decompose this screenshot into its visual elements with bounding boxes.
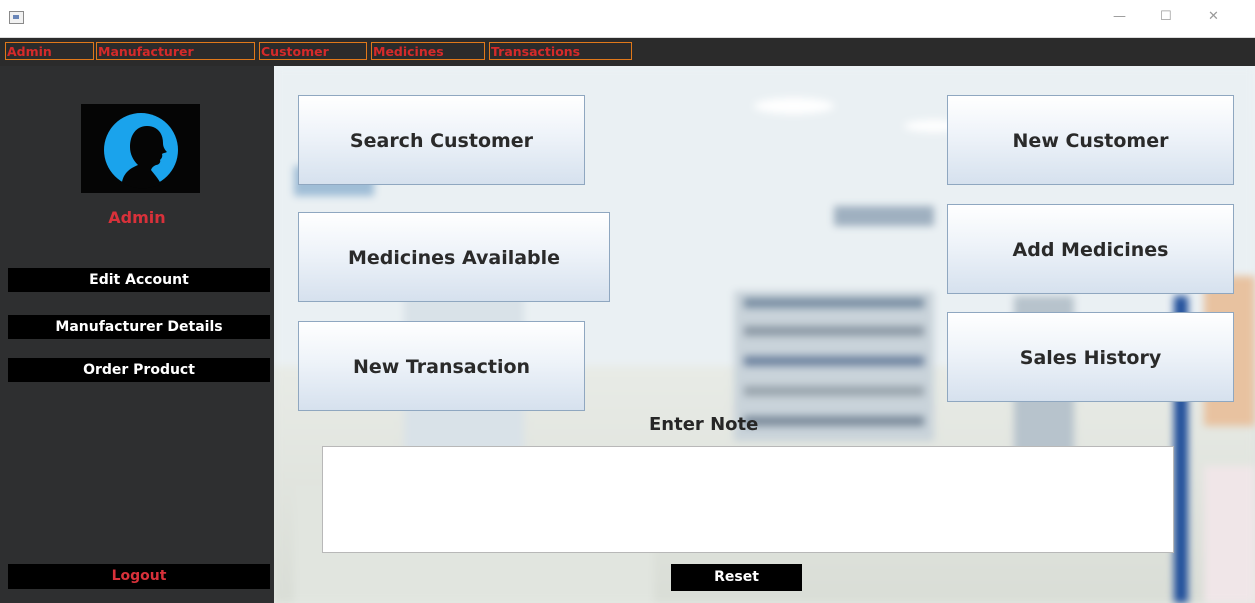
menu-customer[interactable]: Customer [259, 42, 367, 60]
new-customer-button[interactable]: New Customer [947, 95, 1234, 185]
edit-account-button[interactable]: Edit Account [8, 268, 270, 292]
java-app-icon [9, 11, 24, 24]
avatar [81, 104, 200, 193]
add-medicines-button[interactable]: Add Medicines [947, 204, 1234, 294]
menu-transactions[interactable]: Transactions [489, 42, 632, 60]
reset-button[interactable]: Reset [671, 564, 802, 591]
note-label: Enter Note [649, 414, 759, 435]
note-textarea[interactable] [322, 446, 1174, 553]
manufacturer-details-button[interactable]: Manufacturer Details [8, 315, 270, 339]
menu-medicines[interactable]: Medicines [371, 42, 485, 60]
window-title-bar: — ☐ ✕ [0, 0, 1255, 38]
menu-admin[interactable]: Admin [5, 42, 94, 60]
menu-bar: Admin Manufacturer Customer Medicines Tr… [0, 38, 1255, 66]
medicines-available-button[interactable]: Medicines Available [298, 212, 610, 302]
sales-history-button[interactable]: Sales History [947, 312, 1234, 402]
search-customer-button[interactable]: Search Customer [298, 95, 585, 185]
minimize-icon[interactable]: — [1113, 9, 1126, 25]
user-silhouette-icon [104, 113, 178, 189]
menu-manufacturer[interactable]: Manufacturer [96, 42, 255, 60]
main-panel: Search Customer New Customer Medicines A… [274, 66, 1255, 603]
maximize-icon[interactable]: ☐ [1160, 9, 1172, 25]
sidebar: Admin Edit Account Manufacturer Details … [0, 66, 274, 603]
order-product-button[interactable]: Order Product [8, 358, 270, 382]
logout-button[interactable]: Logout [8, 564, 270, 589]
username-label: Admin [108, 208, 166, 227]
new-transaction-button[interactable]: New Transaction [298, 321, 585, 411]
close-icon[interactable]: ✕ [1208, 9, 1219, 25]
